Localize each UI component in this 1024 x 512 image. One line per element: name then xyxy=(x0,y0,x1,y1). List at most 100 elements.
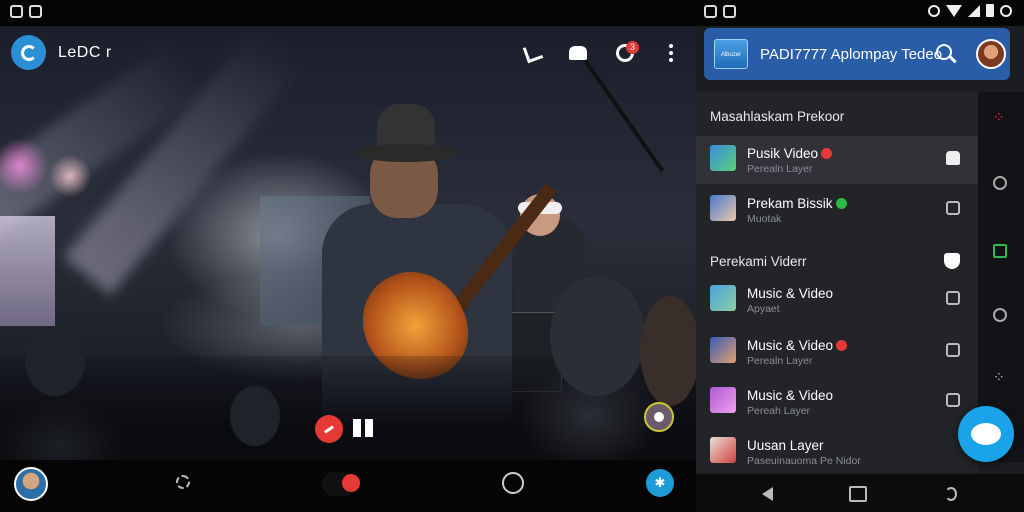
search-icon[interactable] xyxy=(936,44,952,60)
list-item[interactable]: Music & Video Apyaet xyxy=(696,276,978,324)
app-logo-icon xyxy=(20,44,37,61)
user-avatar[interactable] xyxy=(14,467,48,501)
item-title: Pusik Video xyxy=(747,146,833,161)
chat-bubble-icon xyxy=(971,423,1001,445)
item-title: Prekam Bissik xyxy=(747,196,847,211)
live-badge xyxy=(836,340,848,351)
item-subtitle: Paseuinauoma Pe Nidor xyxy=(747,455,861,467)
item-thumbnail xyxy=(710,145,736,171)
panel-header: Albuzer PADI7777 Aplompay Tedeo xyxy=(704,28,1010,80)
list-item[interactable]: Music & Video Perealn Layer xyxy=(696,328,978,376)
more-vertical-icon xyxy=(669,44,673,62)
effects-button[interactable] xyxy=(644,402,674,432)
stage-screen xyxy=(0,216,55,326)
notification-badge: 3 xyxy=(626,41,639,54)
item-thumbnail xyxy=(710,195,736,221)
item-title: Music & Video xyxy=(747,286,834,301)
panel-title: PADI7777 Aplompay Tedeo xyxy=(760,46,943,63)
wifi-icon xyxy=(946,4,962,17)
video-bottom-bar: ✱ xyxy=(0,460,696,512)
crowd-head xyxy=(230,386,280,446)
media-list: Masahlaskam Prekoor Pusik Video Perealn … xyxy=(696,92,978,512)
effects-icon xyxy=(654,412,664,422)
online-badge xyxy=(835,198,847,209)
section-title: Masahlaskam Prekoor xyxy=(710,109,845,124)
sparkle-icon xyxy=(176,475,190,489)
item-subtitle: Muotak xyxy=(747,213,782,225)
video-player[interactable] xyxy=(0,26,696,460)
crowd-head xyxy=(640,296,696,406)
hat-brim xyxy=(355,144,457,162)
clock-icon xyxy=(1000,4,1012,17)
cast-icon xyxy=(522,42,544,64)
item-subtitle: Perealn Layer xyxy=(747,355,813,367)
crowd-head xyxy=(550,276,645,396)
notification-icon xyxy=(10,5,23,18)
back-icon[interactable] xyxy=(762,487,773,501)
battery-icon xyxy=(986,4,994,17)
list-item[interactable]: Prekam Bissik Muotak xyxy=(696,186,978,234)
location-icon xyxy=(928,4,940,17)
more-options-button[interactable] xyxy=(658,40,684,66)
crowd-head xyxy=(25,326,85,396)
dots-icon[interactable]: ⁘ xyxy=(993,110,1007,124)
system-nav-bar xyxy=(696,474,1024,512)
record-toggle-icon xyxy=(322,472,360,496)
cast-button[interactable] xyxy=(520,40,546,66)
hexagon-icon[interactable] xyxy=(993,308,1007,322)
item-action-icon[interactable] xyxy=(946,343,960,357)
status-left-icons xyxy=(10,5,42,18)
item-title: Music & Video xyxy=(747,338,848,353)
status-bar xyxy=(0,0,1024,26)
record-toggle[interactable] xyxy=(322,472,360,499)
effects-toggle-button[interactable] xyxy=(176,475,190,489)
item-action-icon[interactable] xyxy=(946,201,960,215)
item-thumbnail xyxy=(710,387,736,413)
item-title: Music & Video xyxy=(747,388,834,403)
record-button[interactable] xyxy=(315,415,343,443)
signal-icon xyxy=(968,4,980,17)
list-item[interactable]: Pusik Video Perealn Layer xyxy=(696,136,978,184)
guitarist-hat xyxy=(355,104,457,162)
share-icon: ✱ xyxy=(646,469,674,497)
lock-icon xyxy=(569,46,587,60)
lock-button[interactable] xyxy=(565,40,591,66)
sparkle-icon[interactable]: ⁘ xyxy=(993,370,1007,384)
chat-icon[interactable] xyxy=(993,176,1007,190)
list-item[interactable]: Uusan Layer Paseuinauoma Pe Nidor xyxy=(696,428,978,476)
home-circle-button[interactable] xyxy=(502,472,524,497)
recents-icon[interactable] xyxy=(945,487,957,501)
video-title: LeDC r xyxy=(58,44,112,61)
list-item[interactable]: Music & Video Pereah Layer xyxy=(696,378,978,426)
item-thumbnail xyxy=(710,285,736,311)
item-thumbnail xyxy=(710,437,736,463)
item-thumbnail xyxy=(710,337,736,363)
home-icon[interactable] xyxy=(849,486,867,502)
profile-avatar[interactable] xyxy=(976,39,1006,69)
status-mid-icons xyxy=(704,5,736,18)
item-title: Uusan Layer xyxy=(747,438,824,453)
circle-icon xyxy=(502,472,524,494)
live-badge xyxy=(821,148,833,159)
pause-button[interactable] xyxy=(353,419,375,437)
item-action-icon[interactable] xyxy=(946,291,960,305)
notification-icon xyxy=(704,5,717,18)
square-icon[interactable] xyxy=(993,244,1007,258)
bell-icon: 3 xyxy=(616,41,639,62)
item-action-icon[interactable] xyxy=(946,393,960,407)
chat-fab-button[interactable] xyxy=(958,406,1014,462)
section-title: Perekami Viderr xyxy=(710,254,807,269)
item-action-icon[interactable] xyxy=(946,151,960,165)
status-right-icons xyxy=(928,4,1012,17)
share-button[interactable]: ✱ xyxy=(646,469,674,503)
notifications-button[interactable]: 3 xyxy=(612,40,639,66)
item-subtitle: Apyaet xyxy=(747,303,780,315)
item-subtitle: Perealn Layer xyxy=(747,163,813,175)
gallery-icon xyxy=(29,5,42,18)
hat-crown xyxy=(377,104,435,148)
item-subtitle: Pereah Layer xyxy=(747,405,811,417)
shield-icon[interactable] xyxy=(944,253,960,269)
panel-logo[interactable]: Albuzer xyxy=(714,39,748,69)
app-logo-button[interactable] xyxy=(11,35,46,70)
video-top-bar: LeDC r 3 xyxy=(0,26,696,78)
